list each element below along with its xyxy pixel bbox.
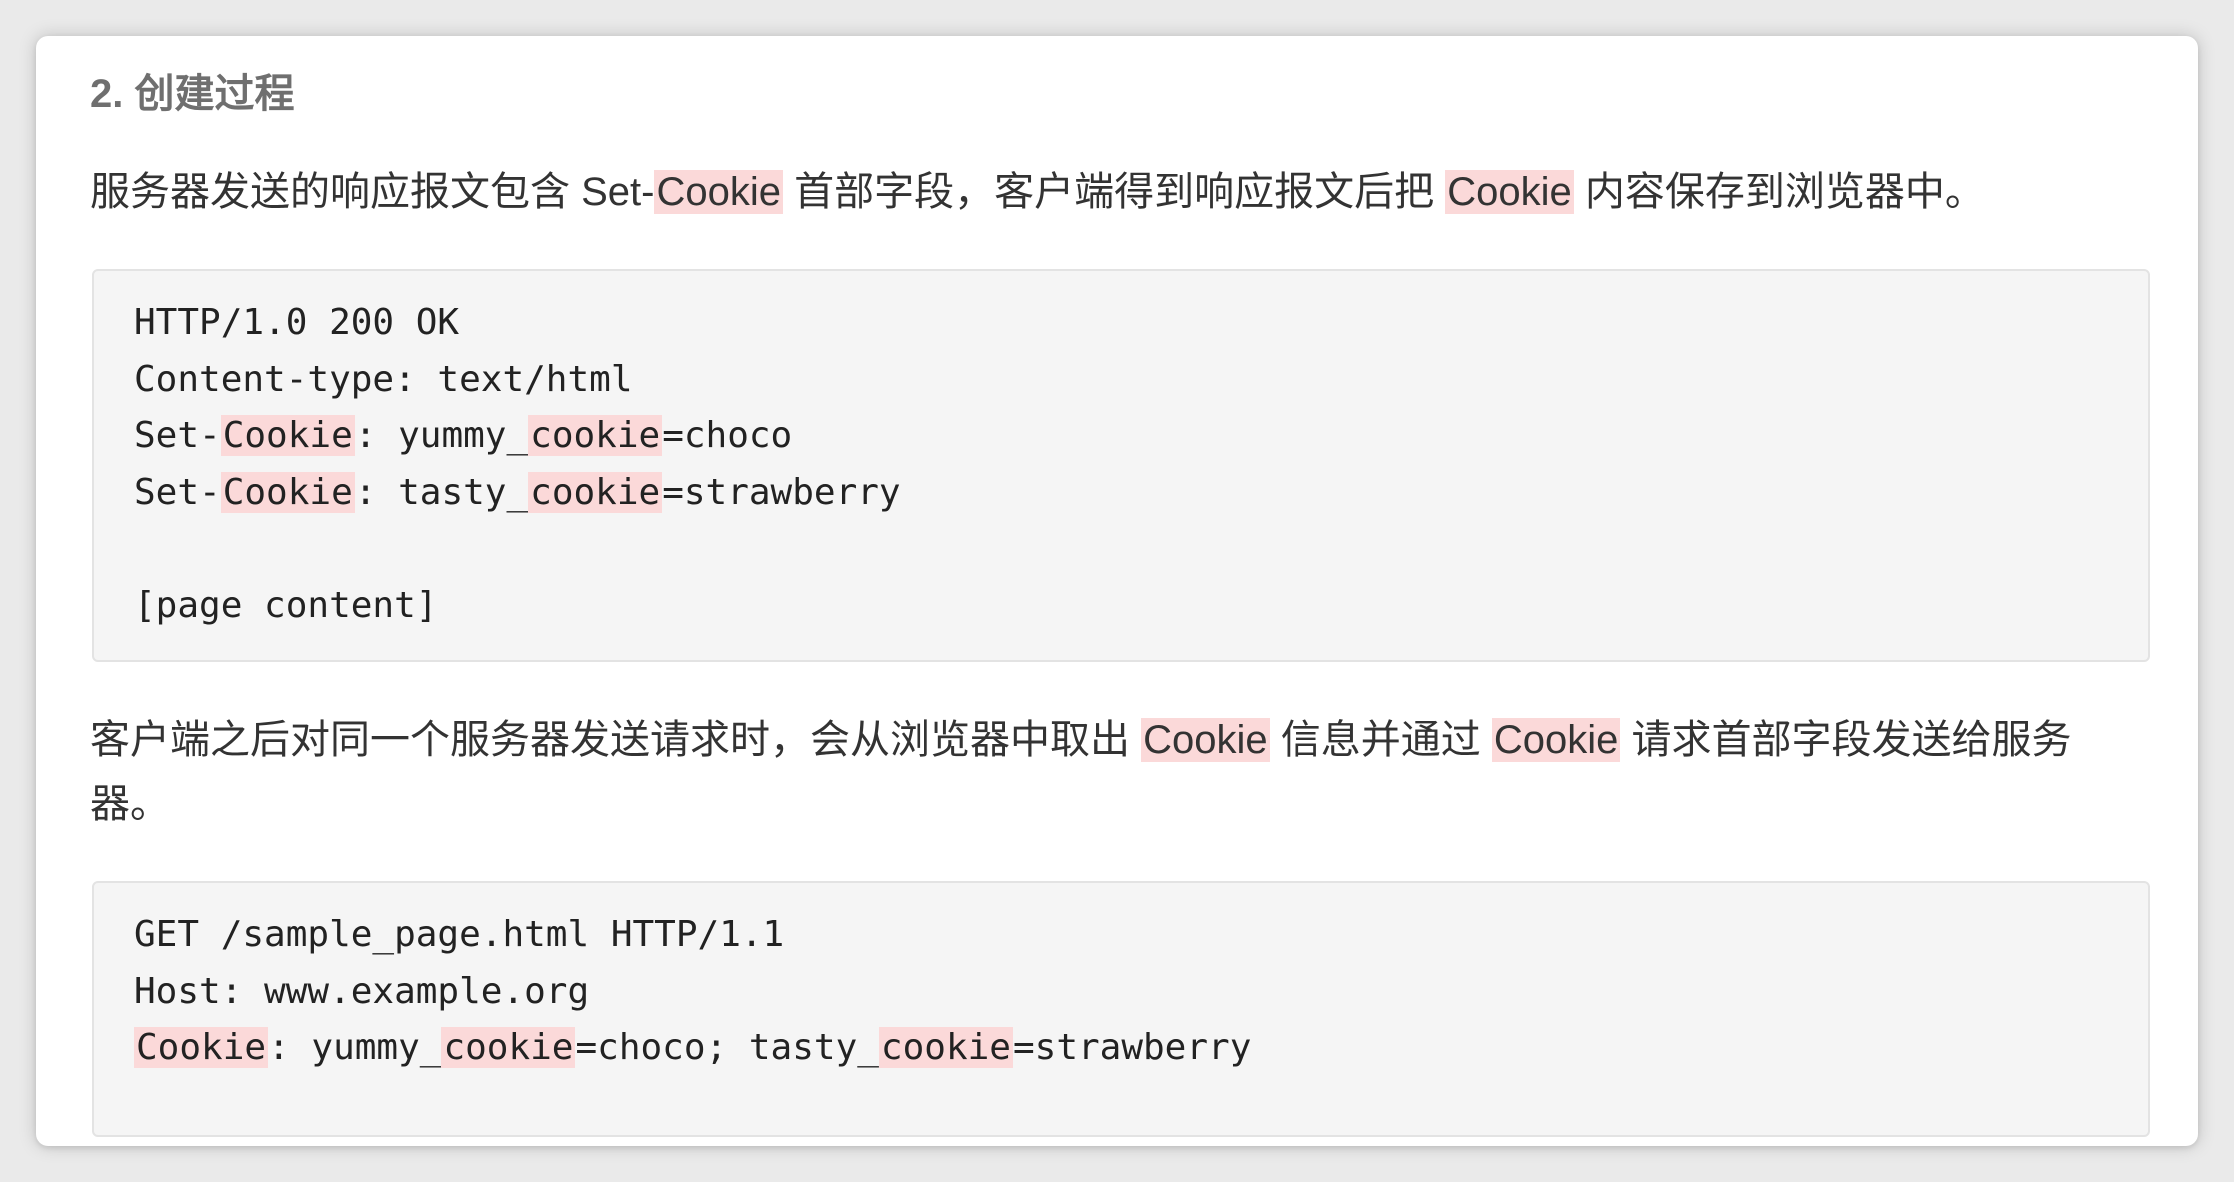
code-token: =strawberry xyxy=(662,471,901,513)
cookie-highlight: Cookie xyxy=(134,1027,269,1068)
code-token: =choco xyxy=(662,415,793,456)
response-code-block[interactable]: HTTP/1.0 200 OK Content-type: text/html … xyxy=(92,269,2150,662)
cookie-highlight: Cookie xyxy=(220,415,355,456)
code-token: =choco; tasty_ xyxy=(575,1027,879,1068)
cookie-highlight: Cookie xyxy=(1445,170,1574,214)
text-segment: 服务器发送的响应报文包含 Set- xyxy=(90,170,655,214)
cookie-highlight: Cookie xyxy=(1141,718,1270,762)
code-token: =strawberry xyxy=(1012,1027,1252,1068)
content-card: 2. 创建过程 服务器发送的响应报文包含 Set-Cookie 首部字段，客户端… xyxy=(36,36,2198,1146)
code-line: Host: www.example.org xyxy=(134,970,590,1012)
paragraph-set-cookie: 服务器发送的响应报文包含 Set-Cookie 首部字段，客户端得到响应报文后把… xyxy=(90,160,2150,224)
code-token: Set- xyxy=(134,471,221,513)
code-token: : yummy_ xyxy=(268,1027,442,1068)
code-line: Content-type: text/html xyxy=(134,358,633,400)
cookie-highlight: Cookie xyxy=(654,170,783,214)
cookie-highlight: cookie xyxy=(528,471,663,513)
code-line: Set-Cookie: yummy_cookie=choco xyxy=(134,408,2148,465)
text-segment: 首部字段，客户端得到响应报文后把 xyxy=(783,170,1446,214)
code-token: Set- xyxy=(134,415,221,456)
code-line: GET /sample_page.html HTTP/1.1 xyxy=(134,914,785,955)
cookie-highlight: cookie xyxy=(878,1027,1013,1068)
text-segment: 内容保存到浏览器中。 xyxy=(1573,170,1985,214)
code-token: : tasty_ xyxy=(354,471,529,513)
section-heading: 2. 创建过程 xyxy=(90,72,295,116)
text-segment: 信息并通过 xyxy=(1269,718,1492,762)
request-code-block[interactable]: GET /sample_page.html HTTP/1.1 Host: www… xyxy=(92,881,2150,1137)
code-token: : yummy_ xyxy=(354,415,529,456)
code-line: [page content] xyxy=(134,584,438,626)
cookie-highlight: Cookie xyxy=(220,471,355,513)
cookie-highlight: cookie xyxy=(441,1027,576,1068)
code-line: Set-Cookie: tasty_cookie=strawberry xyxy=(134,465,2148,522)
cookie-highlight: cookie xyxy=(528,415,663,456)
text-segment: 客户端之后对同一个服务器发送请求时，会从浏览器中取出 xyxy=(90,718,1142,762)
code-line: HTTP/1.0 200 OK xyxy=(134,302,460,343)
paragraph-cookie-request: 客户端之后对同一个服务器发送请求时，会从浏览器中取出 Cookie 信息并通过 … xyxy=(90,708,2150,836)
code-line: Cookie: yummy_cookie=choco; tasty_cookie… xyxy=(134,1020,2148,1077)
cookie-highlight: Cookie xyxy=(1491,718,1621,762)
